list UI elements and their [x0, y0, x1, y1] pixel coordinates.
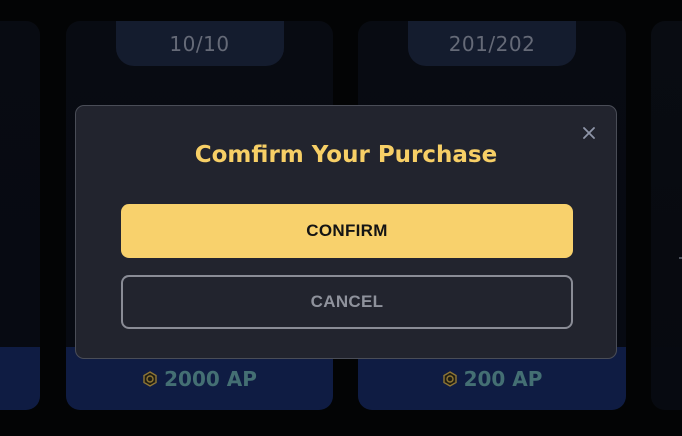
- dialog-title: Comfirm Your Purchase: [194, 142, 498, 168]
- cancel-button[interactable]: CANCEL: [121, 275, 573, 329]
- close-icon: [582, 125, 596, 144]
- close-button[interactable]: [580, 125, 598, 143]
- purchase-confirm-dialog: Comfirm Your Purchase CONFIRM CANCEL: [75, 105, 617, 359]
- confirm-button[interactable]: CONFIRM: [121, 204, 573, 258]
- shop-background: 10/10 2000 AP 201/202 200 AP Comfirm You…: [0, 0, 682, 436]
